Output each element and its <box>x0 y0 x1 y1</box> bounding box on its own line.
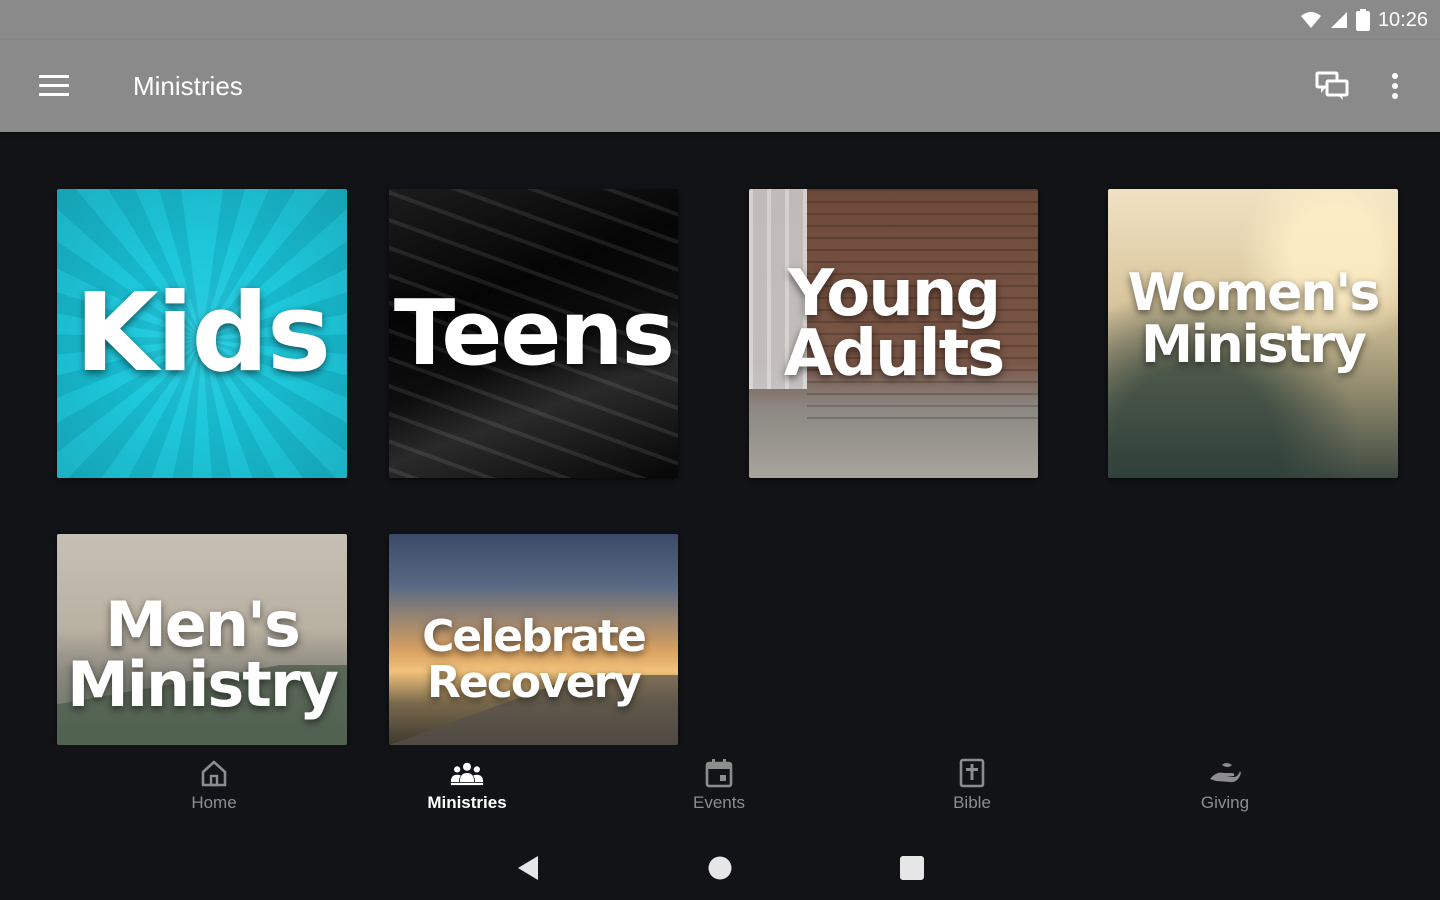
status-bar: 10:26 <box>0 0 1440 40</box>
tile-young-adults-label: Young Adults <box>783 256 1006 391</box>
bible-icon <box>955 757 989 789</box>
tile-young-adults-line1: Young <box>787 256 1001 331</box>
nav-label-events: Events <box>693 793 745 812</box>
cell-signal-icon <box>1330 11 1348 29</box>
nav-item-giving[interactable]: Giving <box>1155 757 1295 823</box>
app-bar: Ministries <box>0 40 1440 132</box>
tile-kids[interactable]: Kids <box>57 189 347 478</box>
wifi-icon <box>1300 11 1322 29</box>
nav-item-events[interactable]: Events <box>649 757 789 823</box>
system-nav-bar <box>0 830 1440 900</box>
tile-teens[interactable]: Teens <box>389 189 678 478</box>
tile-celebrate-recovery-line1: Celebrate <box>422 610 647 662</box>
status-time: 10:26 <box>1377 8 1428 31</box>
overflow-menu-icon[interactable] <box>1376 66 1414 106</box>
tile-womens-ministry[interactable]: Women's Ministry <box>1108 189 1398 478</box>
chat-icon[interactable] <box>1310 66 1354 106</box>
tile-womens-ministry-line2: Ministry <box>1141 314 1367 375</box>
home-circle-icon[interactable] <box>700 848 740 888</box>
tile-womens-ministry-line1: Women's <box>1127 262 1381 323</box>
tile-kids-label: Kids <box>74 270 331 396</box>
home-icon <box>197 757 231 789</box>
nav-item-bible[interactable]: Bible <box>902 757 1042 823</box>
tile-mens-ministry[interactable]: Men's Ministry <box>57 534 347 745</box>
tile-celebrate-recovery[interactable]: Celebrate Recovery <box>389 534 678 745</box>
nav-item-ministries[interactable]: Ministries <box>397 757 537 823</box>
tile-young-adults-line2: Adults <box>783 316 1006 391</box>
nav-label-bible: Bible <box>953 793 991 812</box>
people-icon <box>450 757 484 789</box>
tile-mens-ministry-label: Men's Ministry <box>67 587 339 721</box>
calendar-icon <box>702 757 736 789</box>
tile-mens-ministry-line2: Ministry <box>67 647 339 721</box>
battery-icon <box>1355 9 1370 31</box>
tile-celebrate-recovery-label: Celebrate Recovery <box>422 610 647 708</box>
bottom-nav: Home Ministries Events Bible Giving <box>0 745 1440 830</box>
page-title: Ministries <box>133 71 243 101</box>
nav-label-ministries: Ministries <box>427 793 507 812</box>
tile-mens-ministry-line1: Men's <box>105 587 301 661</box>
tile-celebrate-recovery-line2: Recovery <box>427 656 642 708</box>
back-triangle-icon[interactable] <box>508 848 548 888</box>
nav-label-giving: Giving <box>1200 793 1250 812</box>
tile-young-adults[interactable]: Young Adults <box>749 189 1038 478</box>
status-icons: 10:26 <box>1300 6 1428 34</box>
recents-square-icon[interactable] <box>892 848 932 888</box>
giving-icon <box>1208 757 1242 789</box>
tile-teens-label: Teens <box>393 280 675 386</box>
nav-item-home[interactable]: Home <box>144 757 284 823</box>
nav-label-home: Home <box>191 793 237 812</box>
hamburger-menu-icon[interactable] <box>28 70 80 102</box>
tile-womens-ministry-label: Women's Ministry <box>1127 262 1381 375</box>
